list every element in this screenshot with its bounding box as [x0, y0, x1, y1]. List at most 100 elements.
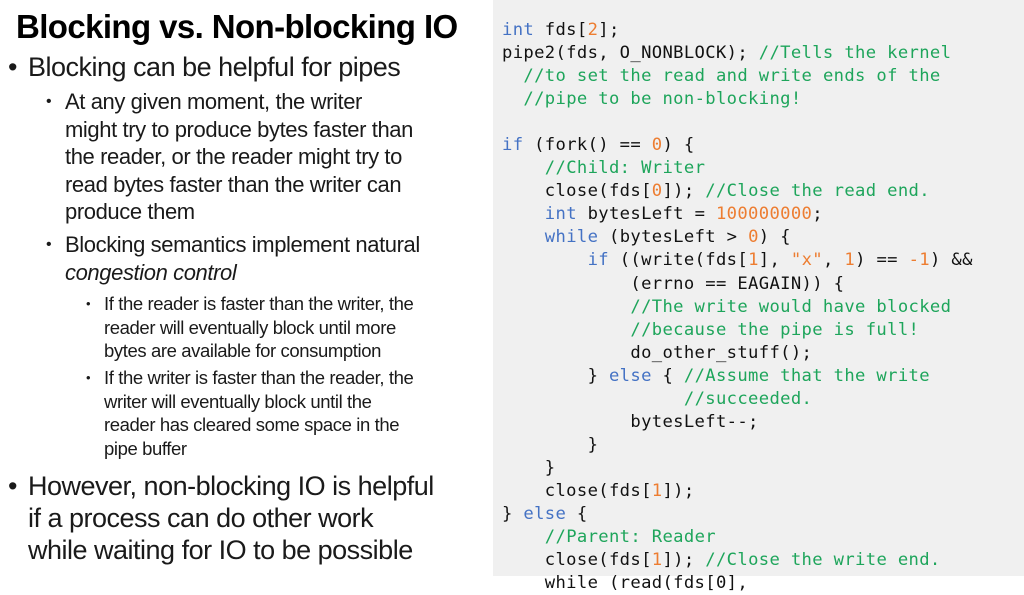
code-line: do_other_stuff(); [502, 342, 973, 365]
code-text: (fork() == [523, 135, 652, 156]
slide-title: Blocking vs. Non-blocking IO [16, 8, 458, 45]
code-line: //pipe to be non-blocking! [502, 88, 973, 111]
bullet-line: read bytes faster than the writer can [65, 171, 402, 197]
code-text: ]); [662, 181, 706, 202]
bullet-text: Blocking semantics implement natural con… [65, 231, 420, 286]
code-line: //to set the read and write ends of the [502, 65, 973, 88]
bullet-dot-icon: • [8, 471, 17, 501]
bullet-text: However, non-blocking IO is helpful if a… [28, 470, 434, 566]
bullet-dot-icon: • [86, 370, 91, 385]
code-line: int fds[2]; [502, 19, 973, 42]
code-line: } else { [502, 503, 973, 526]
bullet-text: Blocking can be helpful for pipes [28, 52, 401, 82]
code-text: ]); [662, 550, 706, 571]
code-number: 1 [748, 250, 759, 271]
code-text: { [651, 365, 684, 386]
code-comment: //to set the read and write ends of the [523, 66, 941, 87]
code-comment: //Tells the kernel [758, 43, 952, 64]
code-line: close(fds[1]); [502, 480, 973, 503]
code-text: pipe2(fds, O_NONBLOCK); [502, 43, 759, 64]
code-text: (bytesLeft > [598, 227, 749, 248]
code-line: (errno == EAGAIN)) { [502, 273, 973, 296]
code-line: close(fds[0]); //Close the read end. [502, 180, 973, 203]
code-number: -1 [908, 250, 930, 271]
code-number: 0 [651, 135, 663, 156]
code-comment: //Close the read end. [705, 181, 930, 202]
code-line: while (bytesLeft > 0) { [502, 226, 973, 249]
code-text: close(fds[ [502, 550, 652, 571]
code-text: } [502, 503, 524, 524]
code-keyword: while [544, 227, 599, 248]
code-number: 0 [748, 227, 759, 248]
bullet-line: Blocking semantics implement natural [65, 232, 420, 257]
code-comment: //The write would have blocked [630, 296, 952, 317]
bullet-line: reader will eventually block until more [104, 316, 396, 338]
code-text: ) && [929, 250, 973, 271]
emphasis-congestion-control: congestion control [65, 259, 237, 285]
code-comment: //Child: Writer [544, 158, 706, 179]
code-text: , [822, 250, 845, 271]
code-text: bytesLeft = [576, 204, 716, 225]
bullet-line: If the writer is faster than the reader,… [104, 367, 414, 388]
bullet-line: bytes are available for consumption [104, 340, 382, 361]
code-text: ; [812, 204, 823, 225]
code-line: //The write would have blocked [502, 296, 973, 319]
bullet-line: might try to produce bytes faster than [65, 116, 413, 142]
code-text: do_other_stuff(); [502, 342, 813, 363]
bullet-line: if a process can do other work [28, 503, 374, 533]
code-line: //Parent: Reader [502, 526, 973, 549]
bullet-line: writer will eventually block until the [104, 390, 372, 412]
bullet-text: If the writer is faster than the reader,… [104, 366, 414, 460]
code-keyword: else [608, 365, 652, 386]
code-number: 2 [587, 20, 599, 40]
bullet-text: If the reader is faster than the writer,… [104, 292, 414, 363]
bullet-line: However, non-blocking IO is helpful [28, 471, 434, 501]
code-text: ], [758, 250, 791, 271]
code-comment: //pipe to be non-blocking! [523, 89, 802, 110]
bullet-dot-icon: • [46, 236, 52, 253]
bullet-line: while waiting for IO to be possible [28, 535, 413, 565]
code-keyword: int [544, 204, 577, 225]
code-text: while (read(fds[0], [502, 573, 749, 594]
code-line: } [502, 434, 973, 457]
code-text: bytesLeft--; [502, 411, 759, 432]
code-line: //succeeded. [502, 388, 973, 411]
code-keyword: else [523, 503, 567, 524]
bullet-text: At any given moment, the writer might tr… [65, 88, 413, 226]
code-number: 100000000 [715, 204, 813, 225]
code-number: 1 [651, 550, 663, 571]
code-text: close(fds[ [502, 480, 652, 501]
bullet-line: reader has cleared some space in the [104, 414, 400, 435]
code-number: 0 [651, 181, 663, 202]
bullet-line: If the reader is faster than the writer,… [104, 293, 414, 314]
code-line: } else { //Assume that the write [502, 365, 973, 388]
code-block: int fds[2]; pipe2(fds, O_NONBLOCK); //Tel… [502, 19, 973, 595]
code-text: ((write(fds[ [609, 250, 749, 271]
code-line: //because the pipe is full! [502, 319, 973, 342]
code-comment: //Parent: Reader [544, 527, 716, 548]
code-string: "x" [790, 250, 823, 271]
code-line: int bytesLeft = 100000000; [502, 203, 973, 226]
code-keyword: if [587, 250, 609, 271]
code-comment: //succeeded. [683, 388, 813, 409]
bullet-dot-icon: • [46, 93, 52, 110]
code-text: } [502, 434, 599, 455]
code-text: } [502, 365, 609, 386]
code-number: 1 [844, 250, 856, 271]
code-comment: //Assume that the write [683, 365, 930, 386]
code-line: bytesLeft--; [502, 411, 973, 434]
code-text: ) { [662, 135, 695, 156]
slide-text-column: Blocking vs. Non-blocking IO • Blocking … [0, 0, 492, 576]
code-text: ]); [662, 480, 695, 501]
code-text: ]; [598, 20, 620, 40]
code-text: { [566, 503, 588, 524]
code-line: } [502, 457, 973, 480]
bullet-line: At any given moment, the writer [65, 89, 362, 114]
code-text: (errno == EAGAIN)) { [502, 273, 845, 294]
